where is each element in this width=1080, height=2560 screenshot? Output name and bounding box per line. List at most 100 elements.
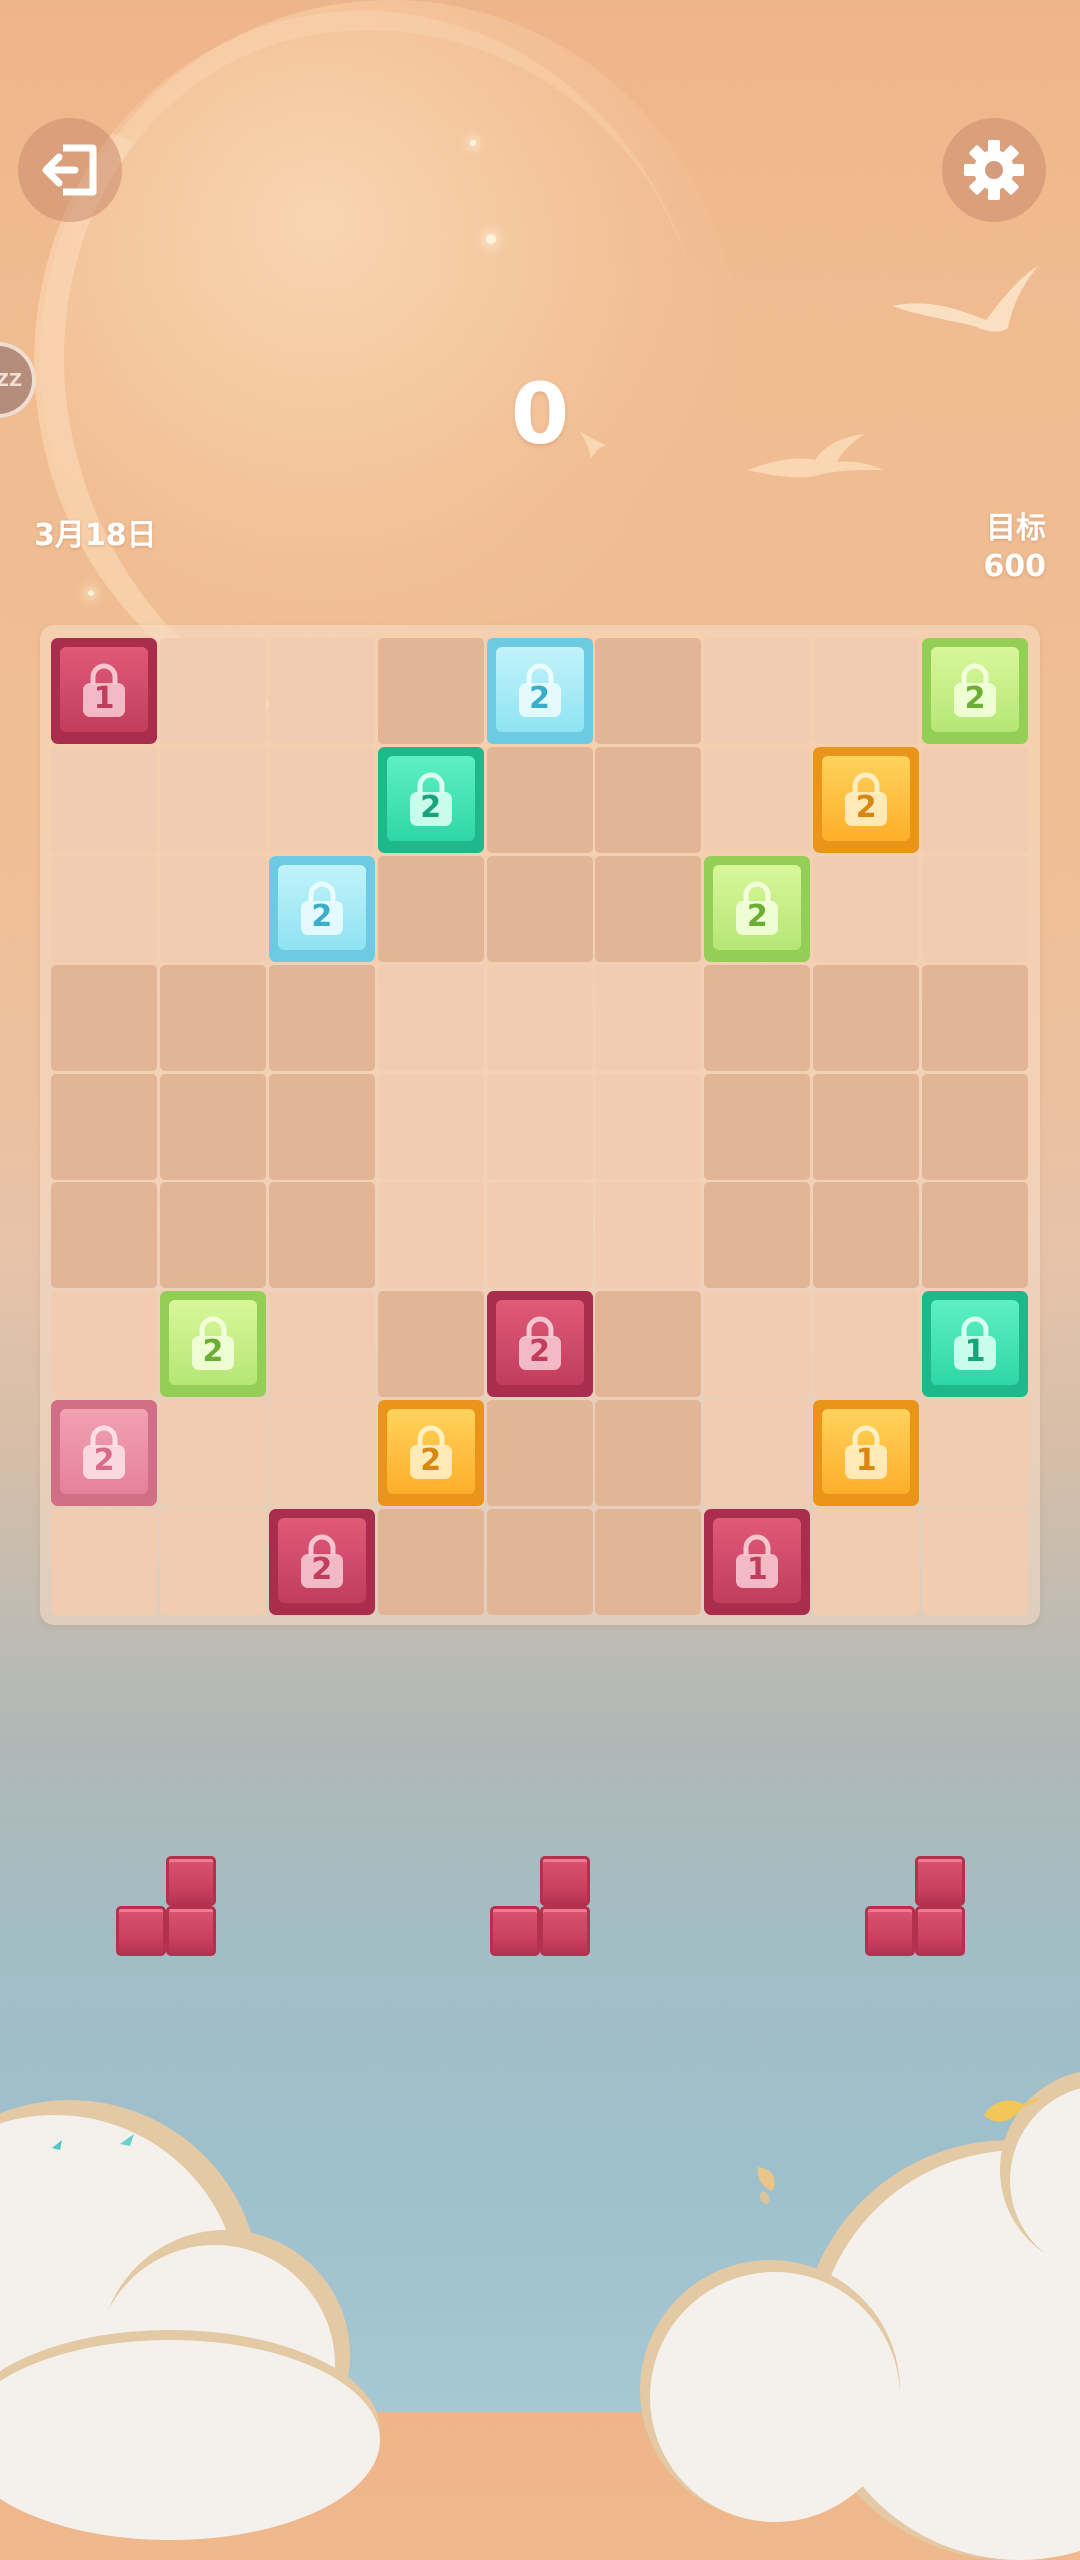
- board-cell[interactable]: [813, 1073, 920, 1180]
- board-cell[interactable]: [813, 1509, 920, 1616]
- board-cell[interactable]: [51, 1182, 157, 1289]
- piece-block: [166, 1906, 216, 1956]
- board-cell[interactable]: [813, 638, 920, 744]
- board-cell[interactable]: [813, 964, 920, 1071]
- locked-tile: 1: [51, 638, 157, 744]
- board-cell[interactable]: [159, 746, 266, 853]
- piece-1[interactable]: [116, 1856, 216, 1956]
- board-cell[interactable]: [813, 1291, 920, 1398]
- board-cell[interactable]: [51, 964, 157, 1071]
- board-cell[interactable]: [595, 964, 702, 1071]
- board-cell[interactable]: [486, 746, 593, 853]
- board-cell[interactable]: [377, 964, 484, 1071]
- board-cell[interactable]: [486, 964, 593, 1071]
- lock-count: 1: [746, 1552, 768, 1588]
- board-cell[interactable]: [595, 638, 702, 744]
- board-cell[interactable]: [159, 1073, 266, 1180]
- board-cell[interactable]: [377, 638, 484, 744]
- board-cell[interactable]: [595, 855, 702, 962]
- lock-count: 2: [93, 1443, 115, 1479]
- lock-icon: 2: [515, 663, 565, 719]
- board-cell[interactable]: [595, 1073, 702, 1180]
- board-cell[interactable]: [595, 1509, 702, 1616]
- board-cell[interactable]: [704, 1073, 811, 1180]
- board-cell[interactable]: [704, 1400, 811, 1507]
- locked-tile: 2: [704, 855, 811, 962]
- board-cell[interactable]: [595, 1182, 702, 1289]
- lock-icon: 2: [79, 1425, 129, 1481]
- board-cell[interactable]: [704, 1182, 811, 1289]
- piece-2[interactable]: [490, 1856, 590, 1956]
- board-cell[interactable]: [268, 746, 375, 853]
- board-cell[interactable]: [268, 1400, 375, 1507]
- board-cell[interactable]: [704, 964, 811, 1071]
- board-cell[interactable]: [268, 1073, 375, 1180]
- board-cell[interactable]: [922, 964, 1029, 1071]
- lock-icon: 2: [950, 663, 1000, 719]
- locked-tile: 2: [159, 1291, 266, 1398]
- board-cell[interactable]: [377, 1509, 484, 1616]
- board-cell[interactable]: [486, 1509, 593, 1616]
- board-cell[interactable]: [922, 746, 1029, 853]
- board-cell[interactable]: [704, 746, 811, 853]
- board-cell[interactable]: [159, 1509, 266, 1616]
- board-cell[interactable]: [377, 1073, 484, 1180]
- board-cell[interactable]: [159, 1400, 266, 1507]
- board-cell[interactable]: [922, 1073, 1029, 1180]
- board-cell[interactable]: [486, 855, 593, 962]
- board-cell[interactable]: [51, 1073, 157, 1180]
- locked-tile: 2: [922, 638, 1029, 744]
- piece-block: [915, 1906, 965, 1956]
- board-cell[interactable]: [595, 746, 702, 853]
- board-cell[interactable]: [51, 855, 157, 962]
- leaf-decoration: [757, 2167, 775, 2205]
- piece-3[interactable]: [865, 1856, 965, 1956]
- board-cell[interactable]: [704, 1291, 811, 1398]
- lock-icon: 2: [406, 772, 456, 828]
- board-cell[interactable]: [268, 1182, 375, 1289]
- lock-icon: 2: [297, 881, 347, 937]
- piece-block: [490, 1906, 540, 1956]
- target-score: 目标 600: [983, 510, 1046, 586]
- board-cell[interactable]: [268, 638, 375, 744]
- exit-button[interactable]: [18, 118, 122, 222]
- board-cell[interactable]: [51, 1291, 157, 1398]
- board-cell[interactable]: [159, 638, 266, 744]
- board-cell[interactable]: [51, 746, 157, 853]
- lock-icon: 2: [406, 1425, 456, 1481]
- board-cell[interactable]: [813, 1182, 920, 1289]
- locked-tile: 2: [486, 638, 593, 744]
- board-cell[interactable]: [486, 1182, 593, 1289]
- board-cell[interactable]: [813, 855, 920, 962]
- lock-count: 2: [529, 681, 550, 716]
- board-cell[interactable]: [268, 964, 375, 1071]
- board-cell[interactable]: [268, 1291, 375, 1398]
- lock-count: 2: [746, 898, 768, 934]
- board-cell[interactable]: [704, 638, 811, 744]
- board-cell[interactable]: [377, 1291, 484, 1398]
- board-cell[interactable]: [159, 964, 266, 1071]
- lock-count: 2: [855, 789, 877, 825]
- locked-tile: 2: [51, 1400, 157, 1507]
- piece-block: [540, 1856, 590, 1906]
- board-cell[interactable]: [595, 1400, 702, 1507]
- board-cell[interactable]: [922, 1400, 1029, 1507]
- settings-button[interactable]: [942, 118, 1046, 222]
- lock-count: 2: [420, 1443, 442, 1479]
- board-cell[interactable]: [595, 1291, 702, 1398]
- board-cell[interactable]: [922, 1509, 1029, 1616]
- game-board: 1 2 2 2 2 2 2 2 2 1 2 2 1 2 1: [40, 625, 1040, 1625]
- piece-block: [540, 1906, 590, 1956]
- board-cell[interactable]: [486, 1073, 593, 1180]
- board-cell[interactable]: [377, 855, 484, 962]
- locked-tile: 2: [377, 746, 484, 853]
- board-cell[interactable]: [377, 1182, 484, 1289]
- lock-count: 2: [964, 681, 986, 716]
- lock-icon: 1: [79, 663, 129, 719]
- board-cell[interactable]: [922, 855, 1029, 962]
- board-cell[interactable]: [159, 1182, 266, 1289]
- board-cell[interactable]: [159, 855, 266, 962]
- board-cell[interactable]: [922, 1182, 1029, 1289]
- board-cell[interactable]: [51, 1509, 157, 1616]
- board-cell[interactable]: [486, 1400, 593, 1507]
